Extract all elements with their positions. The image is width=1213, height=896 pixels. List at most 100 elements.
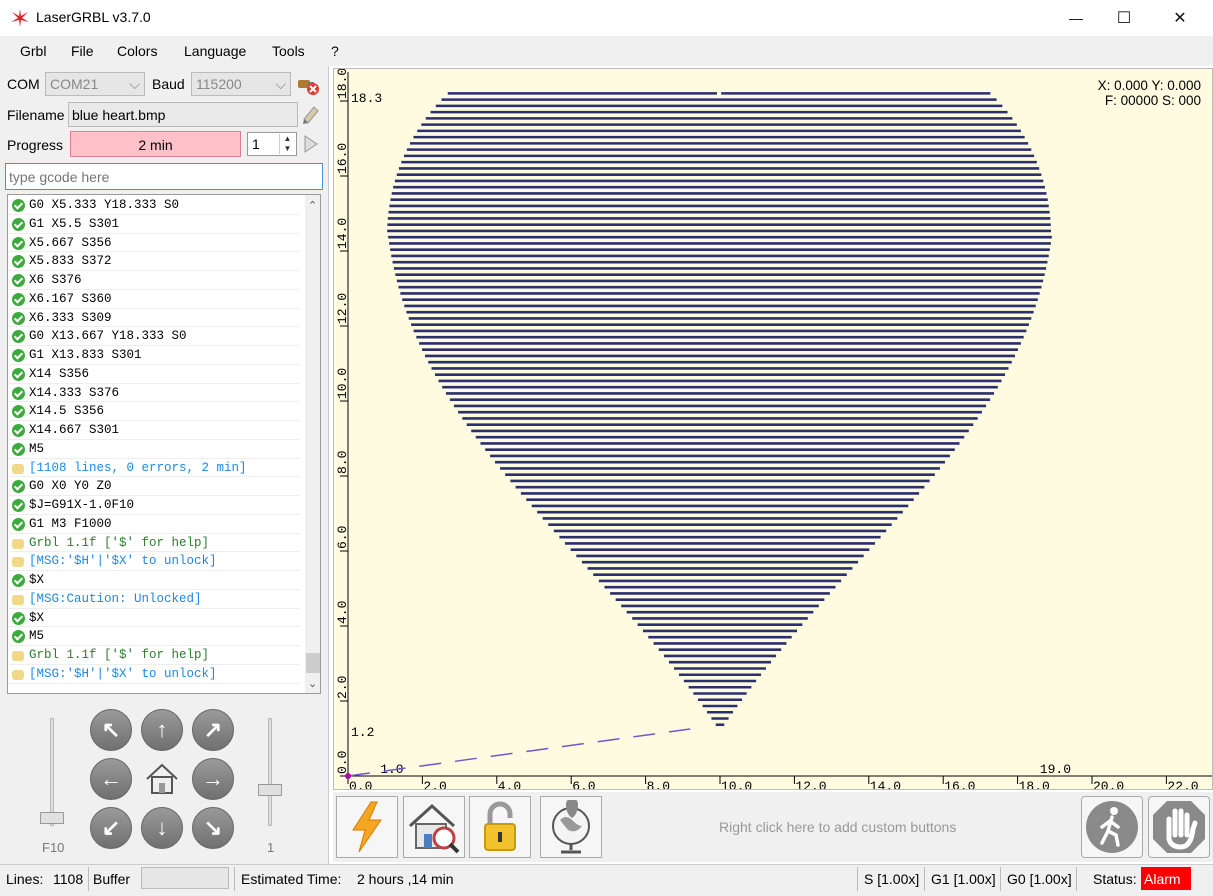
menu-tools[interactable]: Tools — [272, 43, 305, 59]
baud-select[interactable]: 115200 ⌵ — [191, 72, 291, 96]
log-line-text: X14 S356 — [29, 366, 90, 381]
log-scrollbar[interactable]: ⌃ ⌄ — [305, 195, 320, 693]
log-line: X14 S356 — [9, 365, 300, 384]
x-tick-label: 8.0 — [647, 779, 670, 789]
log-line: $J=G91X-1.0F10 — [9, 496, 300, 515]
jog-up-right-button[interactable]: ↗ — [192, 709, 234, 751]
log-line-text: X5.667 S356 — [29, 235, 112, 250]
log-line: G0 X5.333 Y18.333 S0 — [9, 196, 300, 215]
check-icon — [12, 480, 25, 494]
g0-override[interactable]: G0 [1.00x] — [1007, 871, 1072, 887]
log-line-text: $X — [29, 573, 45, 587]
check-icon — [12, 574, 25, 587]
jog-down-left-button[interactable]: ↙ — [90, 807, 132, 849]
alarm-status-badge: Alarm — [1141, 867, 1191, 890]
flash-button[interactable] — [336, 796, 398, 858]
menu-file[interactable]: File — [71, 43, 94, 59]
window-title: LaserGRBL v3.7.0 — [36, 9, 151, 25]
check-icon — [12, 611, 25, 625]
filename-label: Filename — [7, 107, 65, 123]
log-line: [1108 lines, 0 errors, 2 min] — [9, 459, 300, 478]
log-line-text: M5 — [29, 629, 45, 644]
jog-left-button[interactable]: ← — [90, 758, 132, 800]
reset-walk-button[interactable] — [1081, 796, 1143, 858]
log-line-text: X6 S376 — [29, 273, 82, 287]
x-tick-label: 10.0 — [721, 779, 752, 789]
check-icon — [12, 217, 25, 231]
jog-home-button[interactable] — [141, 758, 183, 800]
run-play-icon[interactable] — [303, 134, 319, 154]
spinner-arrows-icon[interactable]: ▲ ▼ — [279, 134, 295, 154]
speed-value: F10 — [42, 840, 65, 855]
jog-down-right-button[interactable]: ↘ — [192, 807, 234, 849]
message-icon — [12, 538, 24, 549]
custom-buttons-hint[interactable]: Right click here to add custom buttons — [719, 819, 956, 835]
home-icon — [146, 763, 178, 794]
g1-override[interactable]: G1 [1.00x] — [931, 871, 996, 887]
close-button[interactable]: ✕ — [1157, 0, 1203, 36]
menu-language[interactable]: Language — [184, 43, 246, 59]
menu-help[interactable]: ? — [331, 43, 339, 59]
x-tick-label: 20.0 — [1093, 779, 1124, 789]
log-line-text: $X — [29, 610, 45, 625]
disconnect-icon[interactable] — [296, 72, 320, 96]
spindle-override[interactable]: S [1.00x] — [864, 871, 919, 887]
log-line-text: X14.667 S301 — [29, 423, 120, 437]
y-tick-label: 4.0 — [335, 601, 350, 624]
log-line: G1 M3 F1000 — [9, 515, 300, 534]
lines-value: 1108 — [53, 871, 84, 887]
stop-button[interactable] — [1148, 796, 1210, 858]
globe-icon — [552, 800, 590, 854]
com-label: COM — [7, 76, 40, 92]
gcode-command-input[interactable] — [5, 163, 323, 190]
log-line-text: [MSG:'$H'|'$X' to unlock] — [29, 666, 217, 681]
scroll-down-icon[interactable]: ⌄ — [308, 677, 317, 690]
jog-up-left-button[interactable]: ↖ — [90, 709, 132, 751]
message-icon — [12, 463, 24, 474]
y-tick-label: 2.0 — [335, 676, 350, 699]
homing-button[interactable] — [403, 796, 465, 858]
jog-up-button[interactable]: ↑ — [141, 709, 183, 751]
menu-grbl[interactable]: Grbl — [20, 43, 46, 59]
preview-canvas[interactable]: 0.0 2.0 4.0 6.0 8.0 10.0 12.0 14.0 16.0 18.0 20.0 2… — [333, 68, 1213, 790]
open-file-icon[interactable] — [300, 103, 322, 125]
check-icon — [12, 292, 25, 306]
scroll-up-icon[interactable]: ⌃ — [308, 199, 317, 212]
passes-spinner[interactable]: 1 ▲ ▼ — [247, 132, 297, 156]
x-tick-label: 22.0 — [1167, 779, 1198, 789]
log-line: $X — [9, 609, 300, 628]
unlock-button[interactable] — [469, 796, 531, 858]
step-slider-thumb[interactable] — [258, 784, 282, 796]
log-line-text: Grbl 1.1f ['$' for help] — [29, 535, 210, 550]
buffer-bar — [141, 867, 229, 889]
menu-colors[interactable]: Colors — [117, 43, 157, 59]
com-port-value: COM21 — [50, 76, 99, 92]
y-tick-label: 10.0 — [335, 368, 350, 399]
speed-slider-thumb[interactable] — [40, 812, 64, 824]
travel-path — [347, 728, 691, 777]
lines-label: Lines: — [6, 871, 44, 887]
log-line: [MSG:'$H'|'$X' to unlock] — [9, 665, 300, 684]
separator — [857, 867, 858, 891]
log-scroll-thumb[interactable] — [306, 653, 320, 673]
log-line-text: M5 — [29, 441, 45, 456]
x-tick-label: 14.0 — [870, 779, 901, 789]
jog-right-button[interactable]: → — [192, 758, 234, 800]
check-icon — [12, 517, 25, 531]
x-tick-label: 2.0 — [423, 779, 446, 789]
log-line-text: X6.167 S360 — [29, 291, 112, 306]
log-line: G0 X13.667 Y18.333 S0 — [9, 327, 300, 346]
bound-ymax-label: 18.3 — [351, 91, 382, 106]
com-port-select[interactable]: COM21 ⌵ — [45, 72, 145, 96]
console-log[interactable]: G0 X5.333 Y18.333 S0 G1 X5.5 S301 X5.667 S… — [7, 194, 321, 694]
speed-slider-track[interactable] — [50, 718, 54, 826]
check-icon — [12, 274, 25, 287]
log-line: G1 X13.833 S301 — [9, 346, 300, 365]
check-icon — [12, 349, 25, 362]
origin-button[interactable] — [540, 796, 602, 858]
minimize-button[interactable]: — — [1053, 0, 1099, 36]
step-slider-track[interactable] — [268, 718, 272, 826]
maximize-button[interactable]: ☐ — [1101, 0, 1147, 36]
jog-down-button[interactable]: ↓ — [141, 807, 183, 849]
x-tick-label: 6.0 — [572, 779, 595, 789]
